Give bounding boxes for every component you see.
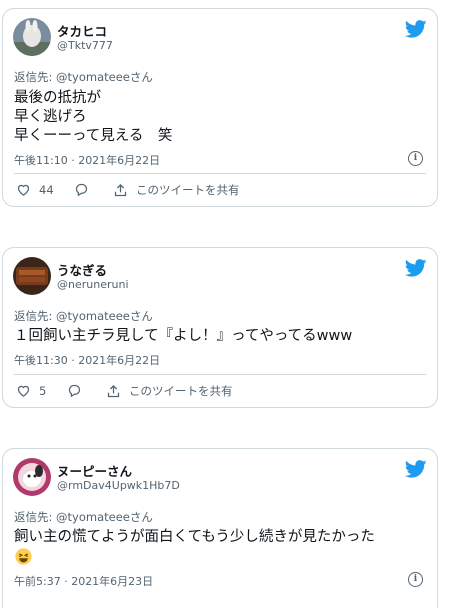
share-button[interactable]: このツイートを共有 bbox=[113, 182, 240, 198]
tweet-text: 最後の抵抗が 早く逃げろ 早くーーって見える 笑 bbox=[14, 90, 173, 144]
display-name[interactable]: ヌーピーさん bbox=[57, 461, 132, 480]
reply-button[interactable] bbox=[74, 182, 97, 197]
avatar[interactable] bbox=[13, 458, 51, 496]
tweet-card[interactable]: タカヒコ @Tktv777 返信先: @tyomateeeさん 最後の抵抗が 早… bbox=[2, 8, 438, 207]
info-icon[interactable]: i bbox=[408, 572, 423, 587]
avatar[interactable] bbox=[13, 257, 51, 295]
share-label: このツイートを共有 bbox=[129, 384, 233, 398]
tweet-actions: 44 このツイートを共有 bbox=[14, 182, 426, 202]
divider bbox=[14, 173, 426, 174]
display-name[interactable]: うなぎる bbox=[57, 260, 107, 279]
share-label: このツイートを共有 bbox=[136, 183, 240, 197]
share-button[interactable]: このツイートを共有 bbox=[106, 383, 233, 399]
timestamp[interactable]: 午後11:30 · 2021年6月22日 bbox=[14, 352, 160, 368]
tweet-text: 飼い主の慌てようが面白くてもう少し続きが見たかった bbox=[14, 529, 375, 545]
heart-icon bbox=[17, 184, 30, 196]
tweet-actions: 5 このツイートを共有 bbox=[14, 383, 426, 403]
user-handle[interactable]: @Tktv777 bbox=[57, 39, 113, 52]
display-name[interactable]: タカヒコ bbox=[57, 21, 107, 40]
like-count: 5 bbox=[39, 383, 47, 398]
like-button[interactable]: 44 bbox=[16, 182, 54, 197]
tweet-card[interactable]: ヌーピーさん @rmDav4Upwk1Hb7D 返信先: @tyomateeeさ… bbox=[2, 448, 438, 608]
divider bbox=[14, 374, 426, 375]
timestamp[interactable]: 午前5:37 · 2021年6月23日 bbox=[14, 573, 153, 589]
twitter-bird-icon[interactable] bbox=[405, 259, 427, 277]
tweet-text: １回飼い主チラ見して『よし！』ってやってるwww bbox=[14, 328, 353, 344]
like-button[interactable]: 5 bbox=[16, 383, 46, 398]
reply-to-label[interactable]: 返信先: @tyomateeeさん bbox=[14, 308, 153, 324]
like-count: 44 bbox=[39, 182, 54, 197]
user-handle[interactable]: @neruneruni bbox=[57, 278, 129, 291]
heart-icon bbox=[17, 385, 30, 397]
tweet-card[interactable]: うなぎる @neruneruni 返信先: @tyomateeeさん １回飼い主… bbox=[2, 247, 438, 408]
grinning-squinting-face-emoji bbox=[15, 548, 32, 569]
reply-to-label[interactable]: 返信先: @tyomateeeさん bbox=[14, 69, 153, 85]
share-icon bbox=[114, 183, 127, 196]
twitter-bird-icon[interactable] bbox=[405, 460, 427, 478]
share-icon bbox=[107, 384, 120, 397]
reply-icon bbox=[68, 384, 81, 398]
timestamp[interactable]: 午後11:10 · 2021年6月22日 bbox=[14, 152, 160, 168]
avatar[interactable] bbox=[13, 18, 51, 56]
reply-icon bbox=[75, 183, 88, 197]
info-icon[interactable]: i bbox=[408, 151, 423, 166]
reply-to-label[interactable]: 返信先: @tyomateeeさん bbox=[14, 509, 153, 525]
twitter-bird-icon[interactable] bbox=[405, 20, 427, 38]
reply-button[interactable] bbox=[67, 383, 90, 398]
user-handle[interactable]: @rmDav4Upwk1Hb7D bbox=[57, 479, 180, 492]
